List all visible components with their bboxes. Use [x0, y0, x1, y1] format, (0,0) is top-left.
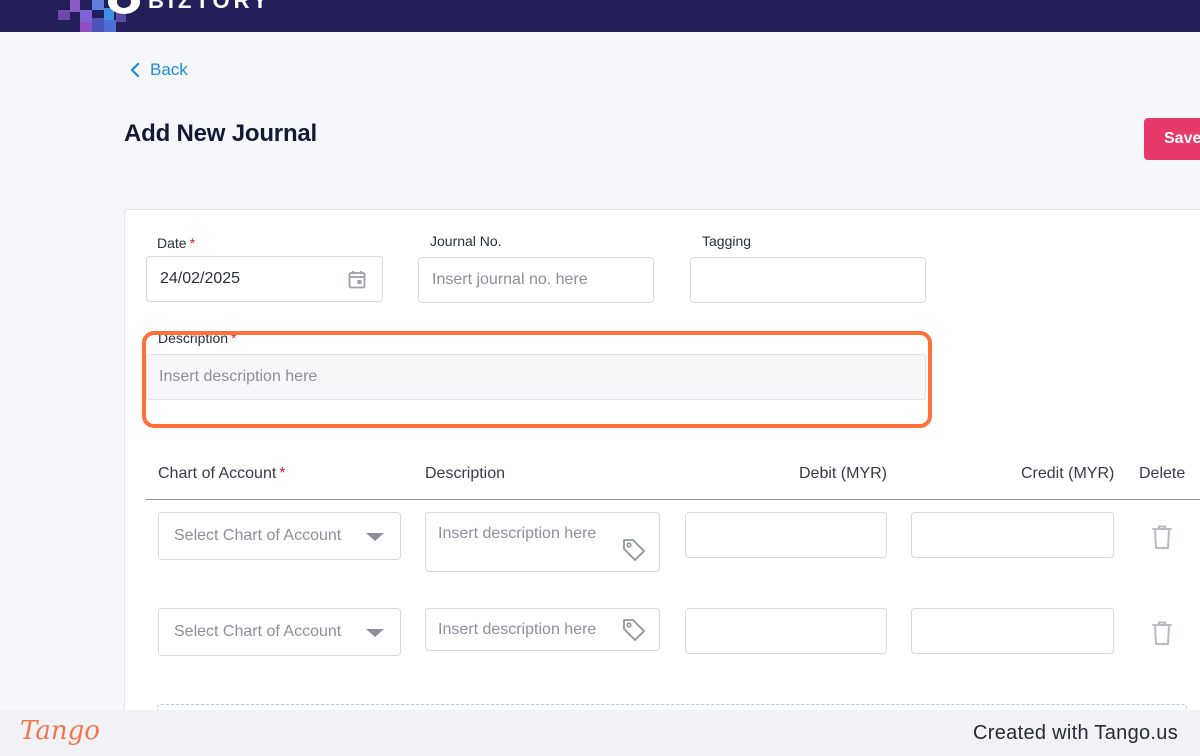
credit-input[interactable] [911, 608, 1114, 654]
chevron-down-icon [366, 533, 384, 541]
back-link[interactable]: Back [130, 60, 188, 80]
debit-input[interactable] [685, 512, 887, 558]
date-label: Date * [157, 235, 196, 251]
chart-of-account-select[interactable]: Select Chart of Account [158, 512, 401, 560]
save-button[interactable]: Save [1144, 118, 1200, 160]
description-label: Description * [158, 330, 237, 346]
tagging-input[interactable] [690, 257, 926, 303]
journal-no-label: Journal No. [430, 233, 502, 249]
tango-logo: Tango [20, 716, 100, 746]
tag-icon[interactable] [621, 537, 647, 568]
top-navbar: BIZTORY [0, 0, 1200, 32]
date-input[interactable]: 24/02/2025 [146, 256, 383, 302]
tagging-label: Tagging [702, 233, 752, 249]
tango-footer: Tango Created with Tango.us [0, 710, 1200, 756]
column-header-description: Description [425, 465, 506, 482]
column-header-debit: Debit (MYR) [799, 465, 888, 482]
journal-no-input[interactable]: Insert journal no. here [418, 257, 654, 303]
table-header-divider [146, 499, 1200, 500]
chart-of-account-placeholder: Select Chart of Account [174, 527, 342, 544]
description-input[interactable]: Insert description here [146, 354, 926, 400]
line-description-input[interactable]: Insert description here [425, 512, 660, 572]
chevron-down-icon [366, 629, 384, 637]
trash-icon[interactable] [1150, 620, 1174, 651]
page-title: Add New Journal [124, 120, 318, 147]
column-header-chart-of-account: Chart of Account * [158, 465, 286, 482]
line-description-input[interactable]: Insert description here [425, 608, 660, 651]
chart-of-account-placeholder: Select Chart of Account [174, 623, 342, 640]
back-label: Back [150, 60, 188, 79]
tag-icon[interactable] [621, 617, 647, 648]
chevron-left-icon [130, 63, 140, 77]
line-description-placeholder: Insert description here [438, 621, 597, 638]
tango-credit: Created with Tango.us [973, 722, 1178, 744]
brand-name: BIZTORY [148, 0, 272, 13]
column-header-delete: Delete [1139, 465, 1186, 482]
trash-icon[interactable] [1150, 524, 1174, 555]
date-value: 24/02/2025 [160, 270, 241, 287]
debit-input[interactable] [685, 608, 887, 654]
chart-of-account-select[interactable]: Select Chart of Account [158, 608, 401, 656]
description-placeholder: Insert description here [159, 368, 318, 385]
calendar-icon[interactable] [348, 270, 366, 294]
column-header-credit: Credit (MYR) [1021, 465, 1115, 482]
credit-input[interactable] [911, 512, 1114, 558]
journal-no-placeholder: Insert journal no. here [432, 271, 588, 288]
line-description-placeholder: Insert description here [438, 525, 597, 542]
